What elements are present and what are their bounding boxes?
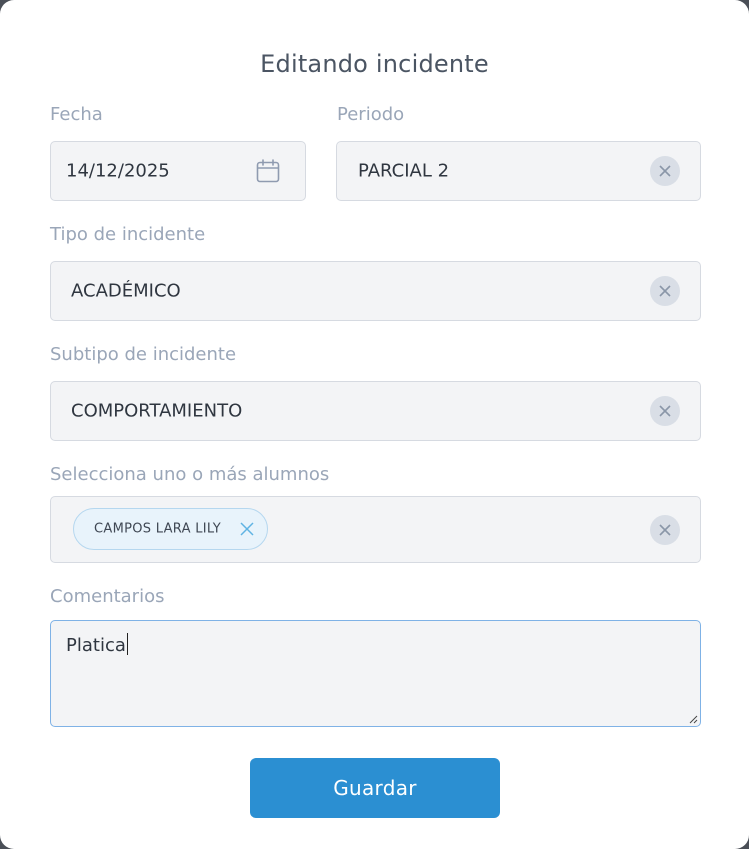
edit-incident-modal: Editando incidente Fecha 14/12/2025 Peri…	[0, 0, 749, 849]
close-icon	[659, 405, 671, 417]
text-caret	[126, 633, 128, 655]
fecha-date-field[interactable]: 14/12/2025	[50, 141, 306, 201]
calendar-icon[interactable]	[255, 158, 281, 184]
periodo-clear-button[interactable]	[650, 156, 680, 186]
close-icon	[659, 165, 671, 177]
periodo-label: Periodo	[337, 104, 405, 125]
tipo-value: ACADÉMICO	[71, 280, 181, 302]
student-chip-label: CAMPOS LARA LILY	[94, 521, 221, 537]
subtipo-select[interactable]: COMPORTAMIENTO	[50, 381, 701, 441]
chip-remove-icon[interactable]	[239, 521, 255, 537]
alumnos-label: Selecciona uno o más alumnos	[50, 464, 330, 485]
subtipo-label: Subtipo de incidente	[50, 344, 237, 365]
alumnos-clear-button[interactable]	[650, 514, 680, 545]
fecha-label: Fecha	[50, 104, 103, 125]
close-icon	[659, 285, 671, 297]
tipo-select[interactable]: ACADÉMICO	[50, 261, 701, 321]
fecha-value: 14/12/2025	[66, 160, 170, 182]
periodo-select[interactable]: PARCIAL 2	[336, 141, 701, 201]
student-chip: CAMPOS LARA LILY	[73, 508, 268, 550]
modal-title: Editando incidente	[260, 50, 489, 78]
subtipo-value: COMPORTAMIENTO	[71, 400, 243, 422]
periodo-value: PARCIAL 2	[358, 160, 450, 182]
comentarios-text-wrap: Platica	[66, 633, 128, 656]
comentarios-label: Comentarios	[50, 586, 165, 607]
tipo-label: Tipo de incidente	[50, 224, 206, 245]
alumnos-multiselect[interactable]: CAMPOS LARA LILY	[50, 496, 701, 563]
comentarios-textarea[interactable]: Platica	[50, 620, 701, 727]
comentarios-value: Platica	[66, 635, 126, 656]
close-icon	[659, 523, 671, 536]
subtipo-clear-button[interactable]	[650, 396, 680, 426]
tipo-clear-button[interactable]	[650, 276, 680, 306]
save-button[interactable]: Guardar	[250, 758, 500, 818]
resize-handle-icon[interactable]	[688, 714, 698, 724]
